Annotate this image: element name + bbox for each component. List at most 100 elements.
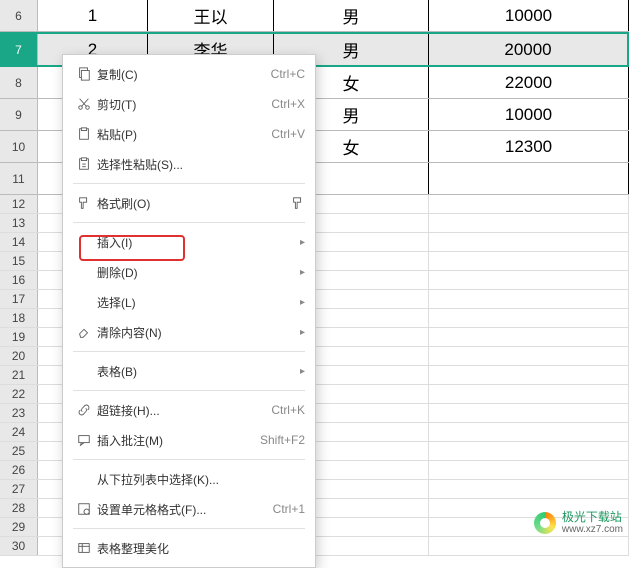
row-header[interactable]: 16 — [0, 271, 38, 289]
row-header[interactable]: 19 — [0, 328, 38, 346]
row-header[interactable]: 21 — [0, 366, 38, 384]
cell[interactable] — [429, 385, 629, 403]
cell[interactable] — [429, 328, 629, 346]
row-header[interactable]: 27 — [0, 480, 38, 498]
row-header[interactable]: 10 — [0, 131, 38, 162]
chevron-right-icon: ▸ — [294, 237, 305, 248]
menu-label: 格式刷(O) — [95, 195, 291, 212]
scissors-icon — [73, 97, 95, 111]
menu-format-painter[interactable]: 格式刷(O) — [63, 188, 315, 218]
row-header[interactable]: 26 — [0, 461, 38, 479]
cell[interactable]: 王以 — [148, 0, 274, 31]
menu-shortcut: Ctrl+V — [271, 127, 305, 141]
cell[interactable] — [429, 271, 629, 289]
menu-cut[interactable]: 剪切(T) Ctrl+X — [63, 89, 315, 119]
menu-label: 表格(B) — [95, 363, 294, 380]
row-header[interactable]: 30 — [0, 537, 38, 555]
cell[interactable] — [429, 290, 629, 308]
menu-clear[interactable]: 清除内容(N) ▸ — [63, 317, 315, 347]
menu-copy[interactable]: 复制(C) Ctrl+C — [63, 59, 315, 89]
row-header[interactable]: 22 — [0, 385, 38, 403]
cell[interactable] — [429, 347, 629, 365]
menu-beautify[interactable]: 表格整理美化 — [63, 533, 315, 563]
cell[interactable] — [429, 442, 629, 460]
menu-comment[interactable]: 插入批注(M) Shift+F2 — [63, 425, 315, 455]
row-header[interactable]: 25 — [0, 442, 38, 460]
watermark-title: 极光下载站 — [562, 511, 623, 524]
cell[interactable] — [429, 537, 629, 555]
menu-dropdown-select[interactable]: 从下拉列表中选择(K)... — [63, 464, 315, 494]
row-header[interactable]: 28 — [0, 499, 38, 517]
format-cells-icon — [73, 502, 95, 516]
row-header[interactable]: 9 — [0, 99, 38, 130]
menu-shortcut: Ctrl+C — [271, 67, 305, 81]
row-header[interactable]: 23 — [0, 404, 38, 422]
cell[interactable]: 10000 — [429, 99, 629, 130]
menu-label: 清除内容(N) — [95, 324, 294, 341]
cell[interactable] — [429, 423, 629, 441]
cell[interactable] — [429, 195, 629, 213]
row-header[interactable]: 20 — [0, 347, 38, 365]
menu-label: 选择性粘贴(S)... — [95, 156, 305, 173]
cell[interactable] — [429, 480, 629, 498]
row-header[interactable]: 14 — [0, 233, 38, 251]
menu-insert[interactable]: 插入(I) ▸ — [63, 227, 315, 257]
brush-icon-right — [291, 196, 305, 210]
cell[interactable] — [429, 366, 629, 384]
menu-label: 插入(I) — [95, 234, 294, 251]
cell[interactable] — [429, 309, 629, 327]
watermark: 极光下载站 www.xz7.com — [534, 511, 623, 535]
watermark-logo-icon — [534, 512, 556, 534]
chevron-right-icon: ▸ — [294, 267, 305, 278]
eraser-icon — [73, 325, 95, 339]
menu-paste[interactable]: 粘贴(P) Ctrl+V — [63, 119, 315, 149]
menu-label: 粘贴(P) — [95, 126, 271, 143]
row-header[interactable]: 15 — [0, 252, 38, 270]
menu-shortcut: Ctrl+1 — [273, 502, 305, 516]
menu-separator — [73, 183, 305, 184]
menu-label: 超链接(H)... — [95, 402, 271, 419]
menu-table[interactable]: 表格(B) ▸ — [63, 356, 315, 386]
menu-hyperlink[interactable]: 超链接(H)... Ctrl+K — [63, 395, 315, 425]
cell[interactable]: 12300 — [429, 131, 629, 162]
row-header[interactable]: 8 — [0, 67, 38, 98]
beautify-icon — [73, 541, 95, 555]
row-header[interactable]: 24 — [0, 423, 38, 441]
chevron-right-icon: ▸ — [294, 327, 305, 338]
menu-label: 剪切(T) — [95, 96, 271, 113]
cell[interactable] — [429, 163, 629, 194]
cell[interactable]: 20000 — [429, 34, 629, 65]
cell[interactable] — [429, 214, 629, 232]
row-header[interactable]: 17 — [0, 290, 38, 308]
cell[interactable]: 男 — [274, 0, 429, 31]
cell[interactable]: 22000 — [429, 67, 629, 98]
cell[interactable] — [429, 404, 629, 422]
row-header[interactable]: 13 — [0, 214, 38, 232]
cell[interactable]: 10000 — [429, 0, 629, 31]
menu-label: 表格整理美化 — [95, 540, 305, 557]
cell[interactable]: 1 — [38, 0, 148, 31]
menu-label: 插入批注(M) — [95, 432, 260, 449]
row-header[interactable]: 11 — [0, 163, 38, 194]
menu-separator — [73, 222, 305, 223]
copy-icon — [73, 67, 95, 81]
row-header[interactable]: 6 — [0, 0, 38, 31]
menu-format-cells[interactable]: 设置单元格格式(F)... Ctrl+1 — [63, 494, 315, 524]
menu-label: 设置单元格格式(F)... — [95, 501, 273, 518]
row-header[interactable]: 29 — [0, 518, 38, 536]
cell[interactable] — [429, 252, 629, 270]
menu-label: 删除(D) — [95, 264, 294, 281]
menu-delete[interactable]: 删除(D) ▸ — [63, 257, 315, 287]
cell[interactable] — [429, 233, 629, 251]
menu-paste-special[interactable]: 选择性粘贴(S)... — [63, 149, 315, 179]
row-header[interactable]: 12 — [0, 195, 38, 213]
row-header[interactable]: 7 — [0, 34, 38, 65]
menu-separator — [73, 459, 305, 460]
menu-label: 从下拉列表中选择(K)... — [95, 471, 305, 488]
menu-select[interactable]: 选择(L) ▸ — [63, 287, 315, 317]
menu-shortcut: Shift+F2 — [260, 433, 305, 447]
cell[interactable] — [429, 461, 629, 479]
row-header[interactable]: 18 — [0, 309, 38, 327]
chevron-right-icon: ▸ — [294, 297, 305, 308]
clipboard-icon — [73, 127, 95, 141]
